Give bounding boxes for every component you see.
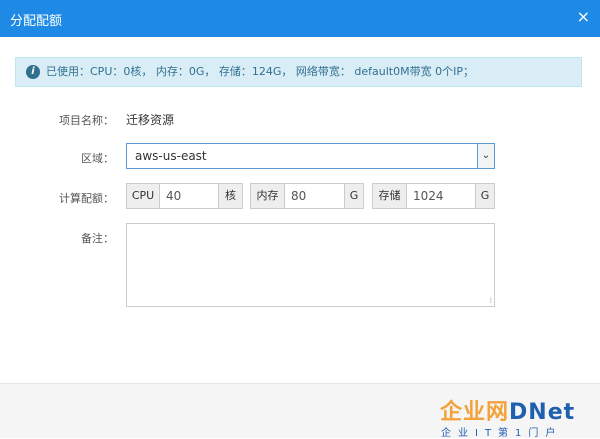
compute-quota-label: 计算配额： [59, 192, 114, 205]
close-icon[interactable]: × [577, 8, 590, 26]
project-name-value: 迁移资源 [126, 113, 175, 127]
cpu-quota-group: CPU 40 核 [126, 183, 243, 209]
resize-grip-icon[interactable]: ⁞ [489, 296, 492, 305]
storage-quota-input[interactable]: 1024 [407, 183, 475, 209]
remarks-label: 备注： [81, 232, 114, 245]
watermark-tagline: 企业IT第1门户 [441, 428, 563, 439]
region-label: 区域： [81, 152, 114, 165]
remarks-textarea[interactable]: ⁞ [126, 223, 495, 307]
region-select-value: aws-us-east [135, 149, 207, 163]
storage-prefix: 存储 [372, 183, 407, 209]
info-icon: i [26, 65, 40, 79]
project-name-label: 项目名称： [59, 114, 114, 127]
cpu-prefix: CPU [126, 183, 160, 209]
memory-prefix: 内存 [250, 183, 285, 209]
memory-quota-group: 内存 80 G [250, 183, 364, 209]
chevron-down-icon[interactable]: ⌄ [477, 144, 494, 168]
storage-unit: G [475, 183, 495, 209]
usage-info-text: 已使用：CPU：0核， 内存：0G， 存储：124G， 网络带宽： defaul… [46, 65, 474, 78]
storage-quota-group: 存储 1024 G [372, 183, 495, 209]
dialog-title: 分配配额 [10, 14, 63, 29]
watermark-brand-right: DNet [509, 400, 576, 425]
memory-quota-input[interactable]: 80 [285, 183, 344, 209]
usage-info-alert: i 已使用：CPU：0核， 内存：0G， 存储：124G， 网络带宽： defa… [15, 57, 582, 87]
dialog-header: 分配配额 × [0, 0, 600, 37]
watermark-brand-left: 企业网 [440, 400, 510, 425]
memory-unit: G [344, 183, 364, 209]
watermark-logo: 企业网DNet [440, 394, 575, 426]
cpu-unit: 核 [218, 183, 243, 209]
region-select[interactable]: aws-us-east ⌄ [126, 143, 495, 169]
cpu-quota-input[interactable]: 40 [160, 183, 218, 209]
